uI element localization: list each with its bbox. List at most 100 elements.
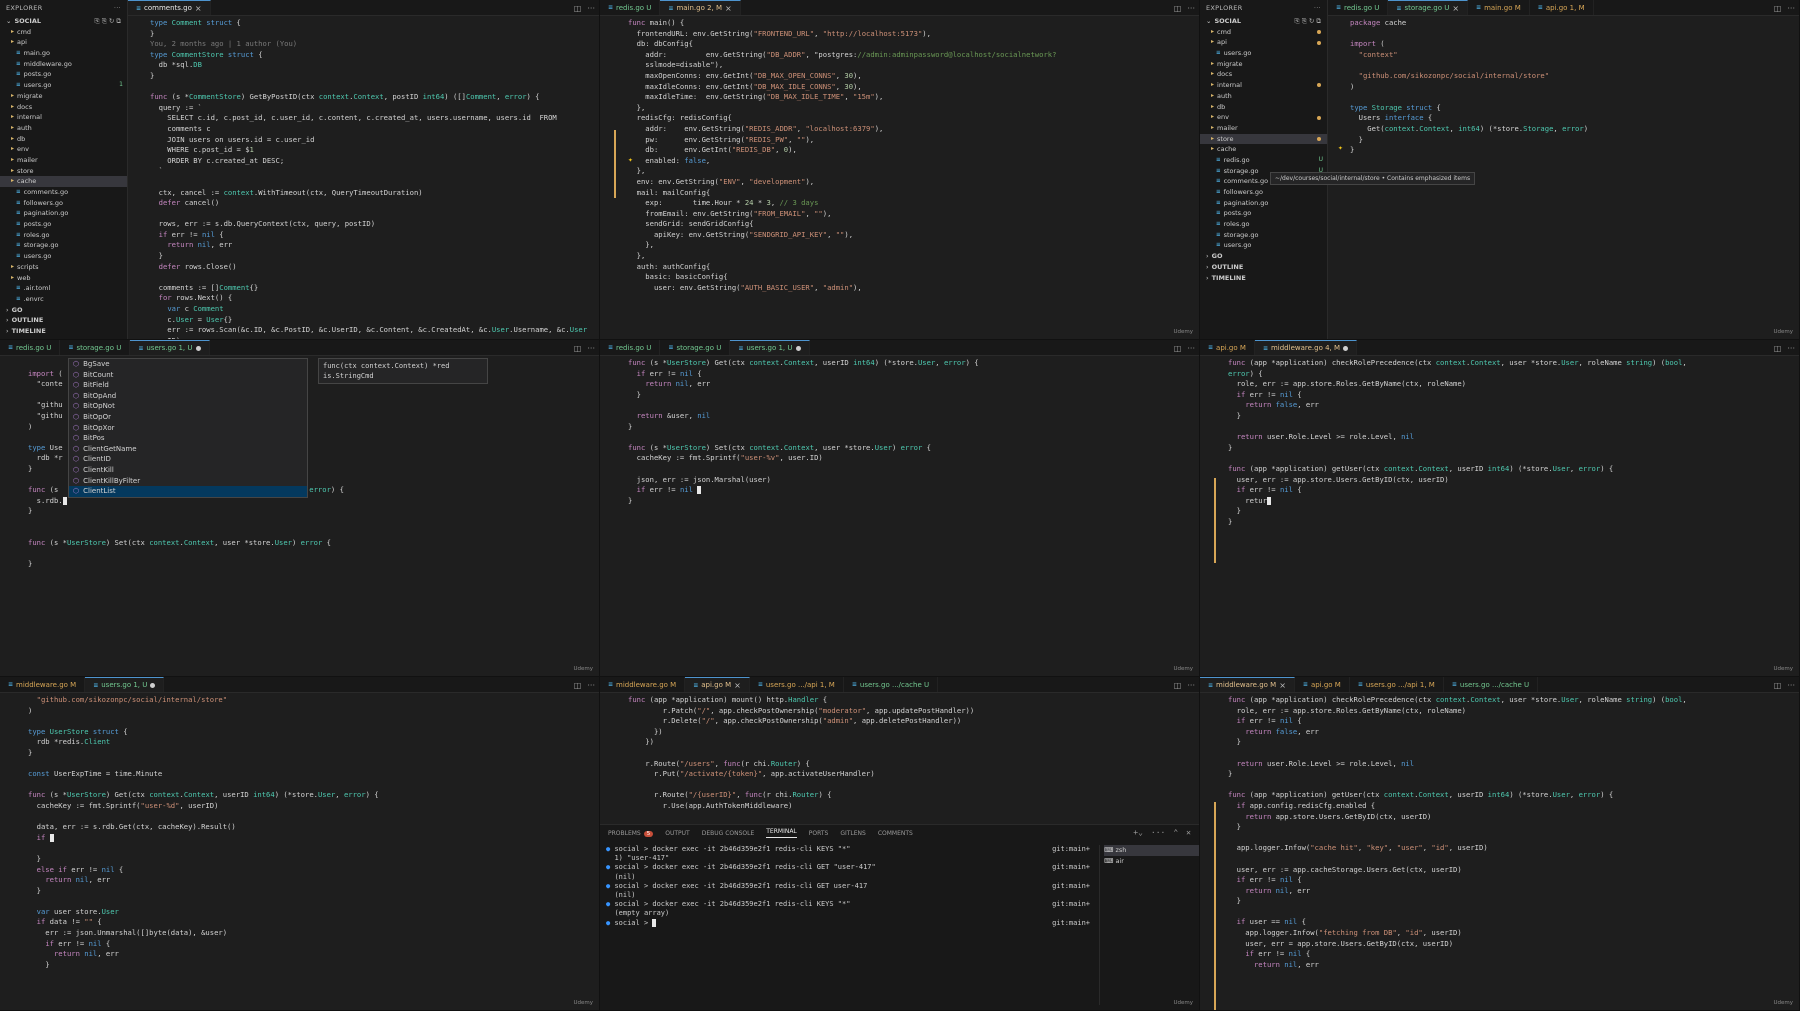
explorer-file[interactable]: ≡ redis.go U [1200, 155, 1327, 166]
explorer-folder[interactable]: ▸ mailer [0, 155, 127, 166]
explorer-file[interactable]: ≡ pagination.go [1200, 198, 1327, 209]
explorer-actions-icon[interactable]: ⎘⎘↻⧉ [1295, 16, 1324, 27]
editor-tab[interactable]: ≡ redis.go U [600, 340, 661, 355]
autocomplete-item[interactable]: ⬡ BitPos [69, 433, 307, 444]
add-terminal-icon[interactable]: +⌄ [1133, 828, 1143, 837]
autocomplete-item[interactable]: ⬡ BitOpAnd [69, 391, 307, 402]
explorer-folder[interactable]: ▸ migrate [1200, 59, 1327, 70]
panel-tab-gitlens[interactable]: GITLENS [840, 830, 866, 837]
close-icon[interactable]: ✕ [1186, 828, 1191, 837]
more-icon[interactable]: ··· [587, 344, 595, 353]
editor-tab[interactable]: ≡ storage.go U [60, 340, 131, 355]
code-editor[interactable]: "github.com/sikozonpc/social/internal/st… [0, 695, 599, 1010]
editor-tab[interactable]: ≡ api.go M [1295, 677, 1350, 692]
terminal-instance[interactable]: ⌨ zsh [1104, 845, 1199, 856]
more-icon[interactable]: ··· [1787, 681, 1795, 690]
editor-tab[interactable]: ≡ middleware.go 4, M [1254, 340, 1358, 355]
explorer-folder[interactable]: ▸ db [0, 134, 127, 145]
panel-tab-output[interactable]: OUTPUT [665, 830, 689, 837]
more-icon[interactable]: ··· [1314, 4, 1321, 12]
explorer-folder[interactable]: ▸ cache [0, 176, 127, 187]
split-editor-icon[interactable]: ◫ [1174, 344, 1182, 353]
editor-tab[interactable]: ≡ storage.go U × [1388, 0, 1469, 15]
explorer-folder[interactable]: ▸ cmd [1200, 27, 1327, 38]
editor-tab[interactable]: ≡ api.go M [1200, 340, 1255, 355]
editor-tab[interactable]: ≡ api.go M × [685, 677, 750, 692]
code-editor[interactable]: type Comment struct {} You, 2 months ago … [128, 18, 599, 339]
explorer-folder[interactable]: ▸ internal [1200, 80, 1327, 91]
lightbulb-icon[interactable]: ✦ [628, 155, 633, 164]
explorer-file[interactable]: ≡ followers.go [1200, 187, 1327, 198]
explorer-file[interactable]: ≡ users.go [0, 251, 127, 262]
autocomplete-item[interactable]: ⬡ BgSave [69, 359, 307, 370]
explorer-folder[interactable]: ▸ web [0, 273, 127, 284]
split-editor-icon[interactable]: ◫ [1774, 681, 1782, 690]
editor-tab[interactable]: ≡ users.go .../cache U [1444, 677, 1539, 692]
explorer-folder[interactable]: ▸ internal [0, 112, 127, 123]
split-editor-icon[interactable]: ◫ [1774, 4, 1782, 13]
explorer-folder[interactable]: ▸ cmd [0, 27, 127, 38]
explorer-file[interactable]: ≡ middleware.go [0, 59, 127, 70]
close-icon[interactable]: × [734, 681, 741, 690]
more-icon[interactable]: ··· [1187, 344, 1195, 353]
autocomplete-item[interactable]: ⬡ ClientList [69, 486, 307, 497]
more-icon[interactable]: ··· [1151, 828, 1165, 837]
explorer-folder[interactable]: ▸ auth [0, 123, 127, 134]
explorer-file[interactable]: ≡ users.go [1200, 240, 1327, 251]
panel-tab-problems[interactable]: PROBLEMS 5 [608, 830, 654, 837]
split-editor-icon[interactable]: ◫ [1174, 4, 1182, 13]
explorer-folder[interactable]: ▸ store [1200, 133, 1327, 145]
editor-tab[interactable]: ≡ main.go 2, M × [660, 0, 741, 15]
explorer-file[interactable]: ≡ posts.go [0, 219, 127, 230]
autocomplete-item[interactable]: ⬡ BitOpOr [69, 412, 307, 423]
explorer-folder[interactable]: ▸ scripts [0, 262, 127, 273]
panel-tab-debug-console[interactable]: DEBUG CONSOLE [702, 830, 755, 837]
explorer-file[interactable]: ≡ posts.go [0, 69, 127, 80]
explorer-file[interactable]: ≡ .envrc [0, 294, 127, 305]
autocomplete-item[interactable]: ⬡ BitCount [69, 370, 307, 381]
explorer-file[interactable]: ≡ storage.go [1200, 230, 1327, 241]
code-editor[interactable]: func (app *application) checkRolePrecede… [1200, 358, 1799, 676]
explorer-folder[interactable]: ▸ docs [0, 102, 127, 113]
terminal-instance[interactable]: ⌨ air [1104, 856, 1199, 867]
explorer-root[interactable]: ⌄ SOCIAL ⎘⎘↻⧉ [0, 16, 127, 27]
autocomplete-item[interactable]: ⬡ ClientKillByFilter [69, 476, 307, 487]
editor-tab[interactable]: ≡ middleware.go M [0, 677, 86, 692]
editor-tab[interactable]: ≡ middleware.go M [600, 677, 686, 692]
editor-tab[interactable]: ≡ storage.go U [660, 340, 731, 355]
panel-tab-comments[interactable]: COMMENTS [878, 830, 913, 837]
explorer-root[interactable]: ⌄ SOCIAL ⎘⎘↻⧉ [1200, 16, 1327, 27]
close-icon[interactable]: × [725, 4, 732, 13]
more-icon[interactable]: ··· [1787, 344, 1795, 353]
panel-tab-ports[interactable]: PORTS [809, 830, 829, 837]
split-editor-icon[interactable]: ◫ [574, 344, 582, 353]
editor-tab[interactable]: ≡ users.go .../api 1, M [750, 677, 844, 692]
explorer-folder[interactable]: ▸ auth [1200, 91, 1327, 102]
explorer-section[interactable]: › TIMELINE [0, 326, 127, 337]
code-editor[interactable]: package cache import ( "context" "github… [1328, 18, 1799, 339]
editor-tab[interactable]: ≡ redis.go U [0, 340, 61, 355]
code-editor[interactable]: func main() { frontendURL: env.GetString… [600, 18, 1199, 339]
editor-tab[interactable]: ≡ main.go M [1468, 0, 1530, 15]
explorer-file[interactable]: ≡ storage.go [0, 240, 127, 251]
code-editor[interactable]: func (app *application) checkRolePrecede… [1200, 695, 1799, 1010]
explorer-file[interactable]: ≡ .air.toml [0, 283, 127, 294]
more-icon[interactable]: ··· [1187, 681, 1195, 690]
explorer-section[interactable]: › GO [0, 305, 127, 316]
autocomplete-item[interactable]: ⬡ BitField [69, 380, 307, 391]
lightbulb-icon[interactable]: ✦ [1338, 143, 1343, 152]
autocomplete-item[interactable]: ⬡ ClientGetName [69, 444, 307, 455]
close-icon[interactable]: × [1279, 681, 1286, 690]
code-editor[interactable]: func (app *application) mount() http.Han… [600, 695, 1199, 824]
editor-tab[interactable]: ≡ redis.go U [600, 0, 661, 15]
explorer-folder[interactable]: ▸ store [0, 166, 127, 177]
autocomplete-item[interactable]: ⬡ ClientID [69, 454, 307, 465]
explorer-file[interactable]: ≡ roles.go [1200, 219, 1327, 230]
explorer-file[interactable]: ≡ comments.go [0, 187, 127, 198]
autocomplete-item[interactable]: ⬡ ClientKill [69, 465, 307, 476]
split-editor-icon[interactable]: ◫ [1774, 344, 1782, 353]
editor-tab[interactable]: ≡ users.go .../api 1, M [1350, 677, 1444, 692]
explorer-file[interactable]: ≡ pagination.go [0, 208, 127, 219]
explorer-file[interactable]: ≡ roles.go [0, 230, 127, 241]
more-icon[interactable]: ··· [1187, 4, 1195, 13]
